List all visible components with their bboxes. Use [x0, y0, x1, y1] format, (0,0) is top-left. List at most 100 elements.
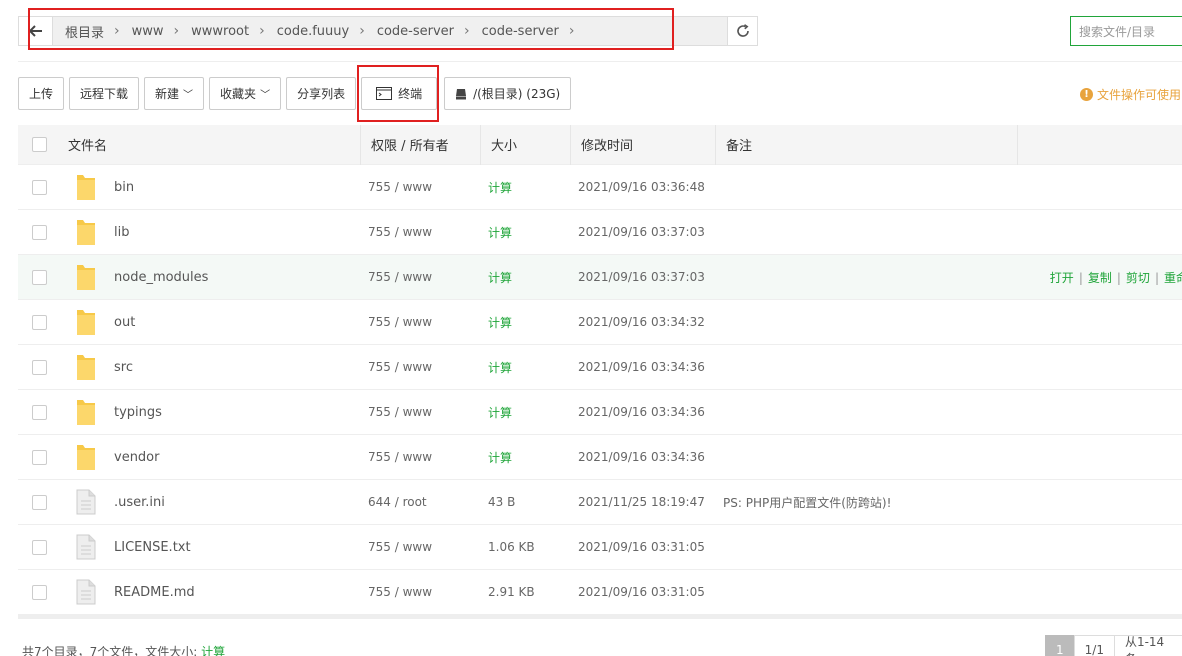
rename-action[interactable]: 重命名 — [1164, 271, 1182, 285]
perm-cell[interactable]: 755 / www — [360, 180, 480, 194]
folder-icon — [70, 308, 102, 336]
name-cell[interactable]: typings — [60, 398, 360, 426]
table-row[interactable]: vendor 755 / www 计算 2021/09/16 03:34:36 — [18, 435, 1182, 480]
name-cell[interactable]: lib — [60, 218, 360, 246]
header-size[interactable]: 大小 — [480, 124, 570, 165]
terminal-highlight-box — [357, 65, 439, 122]
disk-button[interactable]: /(根目录) (23G) — [444, 77, 572, 110]
row-checkbox[interactable] — [31, 404, 47, 420]
size-cell[interactable]: 计算 — [480, 179, 570, 196]
upload-button[interactable]: 上传 — [18, 77, 65, 110]
file-name[interactable]: out — [114, 315, 135, 330]
row-checkbox[interactable] — [31, 539, 47, 555]
header-mtime[interactable]: 修改时间 — [570, 124, 715, 165]
cut-action[interactable]: 剪切 — [1126, 271, 1150, 285]
file-name[interactable]: node_modules — [114, 270, 208, 285]
table-row[interactable]: node_modules 755 / www 计算 2021/09/16 03:37:… — [18, 255, 1182, 300]
perm-cell[interactable]: 755 / www — [360, 270, 480, 284]
header-perm[interactable]: 权限 / 所有者 — [360, 124, 480, 165]
perm-cell[interactable]: 755 / www — [360, 315, 480, 329]
file-name[interactable]: lib — [114, 225, 129, 240]
file-name[interactable]: README.md — [114, 585, 195, 600]
remote-download-button[interactable]: 远程下载 — [69, 77, 140, 110]
row-checkbox[interactable] — [31, 224, 47, 240]
refresh-button[interactable] — [727, 17, 757, 45]
row-actions: 打开|复制|剪切|重命名 — [1050, 269, 1182, 286]
note-cell[interactable]: PS: PHP用户配置文件(防跨站)! — [715, 494, 1182, 511]
name-cell[interactable]: src — [60, 353, 360, 381]
row-checkbox[interactable] — [31, 494, 47, 510]
perm-cell[interactable]: 755 / www — [360, 225, 480, 239]
perm-cell[interactable]: 755 / www — [360, 405, 480, 419]
name-cell[interactable]: out — [60, 308, 360, 336]
name-cell[interactable]: .user.ini — [60, 489, 360, 515]
name-cell[interactable]: bin — [60, 173, 360, 201]
name-cell[interactable]: vendor — [60, 443, 360, 471]
size-cell[interactable]: 计算 — [480, 269, 570, 286]
pagination: 1 1/1 从1-14条 — [1045, 635, 1182, 656]
row-checkbox[interactable] — [31, 584, 47, 600]
table-row[interactable]: out 755 / www 计算 2021/09/16 03:34:32 — [18, 300, 1182, 345]
file-name[interactable]: src — [114, 360, 133, 375]
file-name[interactable]: bin — [114, 180, 134, 195]
table-row[interactable]: README.md 755 / www 2.91 KB 2021/09/16 03:3… — [18, 570, 1182, 615]
row-checkbox[interactable] — [31, 359, 47, 375]
perm-cell[interactable]: 755 / www — [360, 360, 480, 374]
new-button[interactable]: 新建 ﹀ — [144, 77, 205, 110]
table-scrollbar[interactable] — [18, 615, 1182, 619]
size-cell[interactable]: 计算 — [480, 224, 570, 241]
favorites-button[interactable]: 收藏夹 ﹀ — [209, 77, 282, 110]
row-checkbox[interactable] — [31, 449, 47, 465]
row-checkbox-cell — [18, 584, 60, 600]
share-list-button[interactable]: 分享列表 — [286, 77, 357, 110]
name-cell[interactable]: README.md — [60, 579, 360, 605]
mtime-cell: 2021/09/16 03:37:03 — [578, 225, 705, 239]
perm-cell[interactable]: 644 / root — [360, 495, 480, 509]
select-all-checkbox[interactable] — [31, 137, 47, 152]
folder-icon — [70, 398, 102, 426]
size-cell[interactable]: 计算 — [480, 449, 570, 466]
row-checkbox[interactable] — [31, 314, 47, 330]
table-row[interactable]: LICENSE.txt 755 / www 1.06 KB 2021/09/16 03… — [18, 525, 1182, 570]
copy-action[interactable]: 复制 — [1088, 271, 1112, 285]
row-checkbox-cell — [18, 269, 60, 285]
size-cell[interactable]: 计算 — [480, 314, 570, 331]
table-row[interactable]: .user.ini 644 / root 43 B 2021/11/25 18:19:… — [18, 480, 1182, 525]
row-checkbox-cell — [18, 449, 60, 465]
table-row[interactable]: src 755 / www 计算 2021/09/16 03:34:36 — [18, 345, 1182, 390]
header-name[interactable]: 文件名 — [60, 135, 360, 154]
table-header: 文件名 权限 / 所有者 大小 修改时间 备注 — [18, 124, 1182, 165]
file-name[interactable]: LICENSE.txt — [114, 540, 191, 555]
page-count: 1/1 — [1073, 635, 1115, 656]
tip-label: 文件操作可使用 — [1097, 88, 1182, 102]
file-name[interactable]: .user.ini — [114, 495, 165, 510]
row-checkbox[interactable] — [31, 269, 47, 285]
page-current[interactable]: 1 — [1045, 635, 1075, 656]
mtime-cell: 2021/11/25 18:19:47 — [578, 495, 705, 509]
toolbar: 上传 远程下载 新建 ﹀ 收藏夹 ﹀ 分享列表 终端 /(根目录) (23G) — [18, 77, 572, 110]
file-name[interactable]: vendor — [114, 450, 159, 465]
table-row[interactable]: lib 755 / www 计算 2021/09/16 03:37:03 — [18, 210, 1182, 255]
open-action[interactable]: 打开 — [1050, 271, 1074, 285]
size-cell: 2.91 KB — [488, 585, 535, 599]
perm-cell[interactable]: 755 / www — [360, 450, 480, 464]
footer-summary: 共7个目录，7个文件，文件大小: 计算 — [22, 643, 225, 656]
row-checkbox-cell — [18, 314, 60, 330]
row-checkbox[interactable] — [31, 179, 47, 195]
table-row[interactable]: bin 755 / www 计算 2021/09/16 03:36:48 — [18, 165, 1182, 210]
row-checkbox-cell — [18, 404, 60, 420]
name-cell[interactable]: LICENSE.txt — [60, 534, 360, 560]
name-cell[interactable]: node_modules — [60, 263, 360, 291]
size-cell[interactable]: 计算 — [480, 359, 570, 376]
perm-cell[interactable]: 755 / www — [360, 540, 480, 554]
page-range: 从1-14条 — [1113, 635, 1182, 656]
file-icon — [70, 534, 102, 560]
folder-icon — [70, 263, 102, 291]
row-checkbox-cell — [18, 359, 60, 375]
calc-total-link[interactable]: 计算 — [201, 645, 225, 656]
size-cell[interactable]: 计算 — [480, 404, 570, 421]
table-row[interactable]: typings 755 / www 计算 2021/09/16 03:34:36 — [18, 390, 1182, 435]
search-input[interactable]: 搜索文件/目录 — [1070, 16, 1182, 46]
perm-cell[interactable]: 755 / www — [360, 585, 480, 599]
file-name[interactable]: typings — [114, 405, 162, 420]
